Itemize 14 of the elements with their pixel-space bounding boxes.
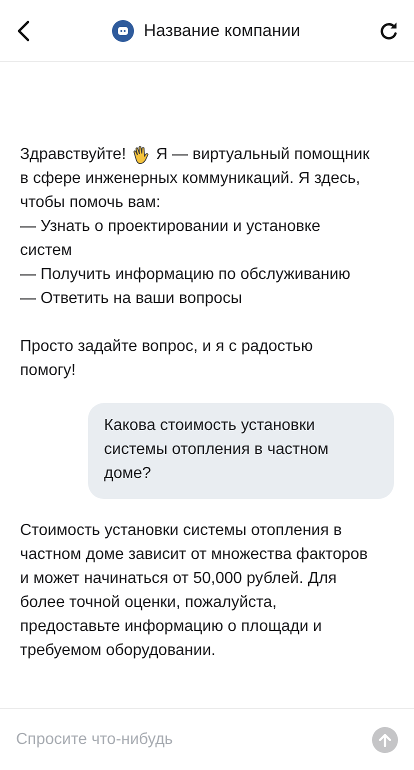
list-item-text: — Ответить на ваши вопросы <box>20 289 244 309</box>
message-text: в сфере инженерных коммуникаций. Я здесь, чтобы помочь вам: <box>20 169 362 213</box>
company-name: Название компании <box>144 20 300 40</box>
user-message-bubble: Какова стоимость установки системы отопления в частном доме? <box>88 403 394 499</box>
message-text: Стоимость установки системы отопления в частном доме зависит от множества факторов и может начинаться от 50,000 рублей. Для более точной оценки, пожалуйста, предоставьте информацию о площади и требуемом оборудовании. <box>20 521 369 661</box>
message-text: Просто задайте вопрос, и я с радостью помогу! <box>20 337 314 381</box>
greeting-text: Здравствуйте! <box>20 145 126 165</box>
waving-hand-icon <box>131 145 152 165</box>
bot-avatar-icon <box>112 20 134 42</box>
arrow-up-icon <box>378 732 392 746</box>
message-text: Я — виртуальный помощник <box>156 145 370 165</box>
message-input-field[interactable]: Спросите что-нибудь <box>16 724 362 754</box>
list-item-text: — Получить информацию по обслуживанию <box>20 265 352 285</box>
list-item-text: — Узнать о проектировании и установке систем <box>20 217 322 261</box>
